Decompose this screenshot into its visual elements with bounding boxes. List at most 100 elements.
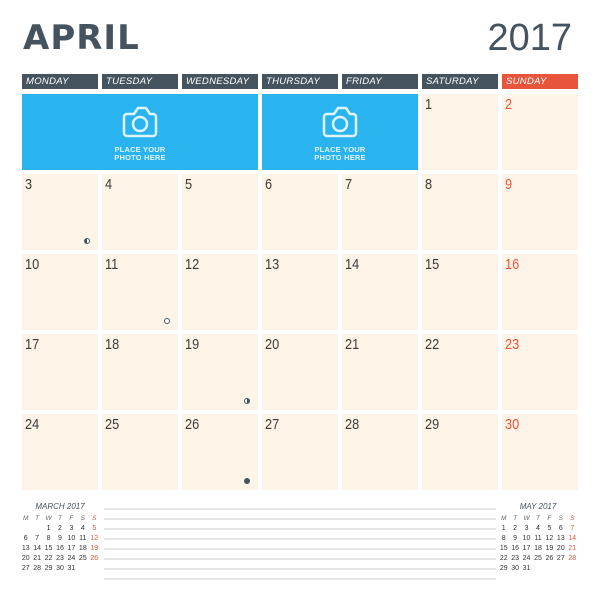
day-cell[interactable]: 24	[22, 414, 98, 490]
day-cell[interactable]: 30	[502, 414, 578, 490]
mini-day: 29	[44, 564, 53, 572]
mini-weekday-initial: T	[535, 514, 540, 522]
mini-day: 6	[23, 534, 28, 542]
mini-day: 27	[21, 564, 30, 572]
day-cell[interactable]: 27	[262, 414, 338, 490]
mini-day: 3	[69, 524, 74, 532]
day-cell[interactable]: 5	[182, 174, 258, 250]
day-cell[interactable]: 3	[22, 174, 98, 250]
moon-full-icon	[164, 318, 170, 324]
day-cell[interactable]: 7	[342, 174, 418, 250]
mini-day	[20, 523, 31, 533]
day-number: 3	[25, 176, 33, 193]
mini-day	[544, 563, 555, 573]
mini-day: 30	[511, 564, 520, 572]
day-cell[interactable]: 11	[102, 254, 178, 330]
mini-calendar-title: MAY 2017	[519, 502, 557, 511]
mini-day: 2	[58, 524, 62, 532]
mini-day: 26	[90, 554, 99, 562]
day-number: 20	[265, 336, 280, 353]
mini-day: 20	[556, 544, 565, 552]
mini-day: 25	[534, 554, 542, 562]
mini-day: 18	[534, 544, 542, 552]
camera-icon	[122, 104, 158, 138]
mini-day: 14	[568, 534, 577, 542]
mini-day	[77, 563, 88, 573]
mini-day: 9	[58, 534, 62, 542]
note-line	[104, 558, 496, 560]
day-cell[interactable]: 20	[262, 334, 338, 410]
note-line	[104, 538, 496, 540]
photo-placeholder[interactable]: PLACE YOUR PHOTO HERE	[22, 94, 258, 170]
mini-day: 10	[522, 534, 531, 542]
note-line	[104, 568, 496, 570]
day-cell[interactable]: 1	[422, 94, 498, 170]
day-number: 2	[505, 96, 513, 113]
day-cell[interactable]: 17	[22, 334, 98, 410]
mini-day: 3	[524, 524, 529, 532]
day-cell[interactable]: 8	[422, 174, 498, 250]
day-number: 15	[425, 256, 440, 273]
day-cell[interactable]: 25	[102, 414, 178, 490]
day-cell[interactable]: 10	[22, 254, 98, 330]
mini-weekday-initial: S	[570, 514, 575, 522]
month-title: APRIL	[23, 18, 140, 58]
day-cell[interactable]: 22	[422, 334, 498, 410]
mini-day: 12	[90, 534, 99, 542]
mini-day	[31, 523, 42, 533]
day-cell[interactable]: 21	[342, 334, 418, 410]
moon-new-icon	[244, 478, 250, 484]
mini-day: 16	[56, 544, 64, 552]
mini-day: 21	[33, 554, 42, 562]
notes-area[interactable]	[104, 508, 496, 588]
mini-day: 2	[513, 524, 518, 532]
mini-calendar-table: M T W T F S S 1 2 3 4 5 6 7 8 9 10 11 12 13 14 15 16 17 18 19 20 21…	[20, 513, 100, 573]
mini-calendar-march: MARCH 2017 M T W T F S S 1 2 3 4 5 6 7 8 9 10 11 12 13 14 15 16…	[20, 502, 100, 573]
mini-weekday-initial: W	[523, 514, 530, 522]
day-cell[interactable]: 18	[102, 334, 178, 410]
day-cell[interactable]: 29	[422, 414, 498, 490]
day-cell[interactable]: 9	[502, 174, 578, 250]
mini-day: 24	[522, 554, 531, 562]
day-number: 5	[185, 176, 193, 193]
day-number: 29	[425, 416, 440, 433]
day-number: 26	[185, 416, 200, 433]
day-number: 8	[425, 176, 433, 193]
day-number: 16	[505, 256, 520, 273]
day-cell[interactable]: 4	[102, 174, 178, 250]
day-number: 12	[185, 256, 200, 273]
mini-weekday-initial: M	[501, 514, 507, 522]
mini-day: 16	[511, 544, 520, 552]
photo-placeholder[interactable]: PLACE YOUR PHOTO HERE	[262, 94, 418, 170]
mini-day	[89, 563, 100, 573]
mini-day: 5	[547, 524, 552, 532]
day-cell[interactable]: 12	[182, 254, 258, 330]
note-line	[104, 528, 496, 530]
day-cell[interactable]: 2	[502, 94, 578, 170]
day-cell[interactable]: 15	[422, 254, 498, 330]
mini-day: 31	[522, 564, 531, 572]
mini-day	[567, 563, 578, 573]
note-line	[104, 578, 496, 580]
day-number: 4	[105, 176, 113, 193]
mini-weekday-initial: S	[80, 514, 85, 522]
day-cell[interactable]: 23	[502, 334, 578, 410]
day-cell[interactable]: 19	[182, 334, 258, 410]
day-number: 9	[505, 176, 513, 193]
mini-day: 17	[522, 544, 531, 552]
photo-text-line2: PHOTO HERE	[314, 153, 366, 162]
mini-calendar-table: M T W T F S S 1 2 3 4 5 6 7 8 9 10 11 12 13 14 15 16 17 18 19 20 21…	[498, 513, 578, 573]
day-cell[interactable]: 26	[182, 414, 258, 490]
day-cell[interactable]: 14	[342, 254, 418, 330]
mini-calendar-title: MARCH 2017	[35, 502, 85, 511]
day-cell[interactable]: 28	[342, 414, 418, 490]
day-number: 28	[345, 416, 360, 433]
mini-day: 18	[78, 544, 87, 552]
day-cell[interactable]: 13	[262, 254, 338, 330]
mini-day: 29	[499, 564, 508, 572]
day-cell[interactable]: 16	[502, 254, 578, 330]
weekday-monday: MONDAY	[22, 74, 98, 89]
mini-day: 27	[556, 554, 565, 562]
mini-day: 13	[21, 544, 30, 552]
day-cell[interactable]: 6	[262, 174, 338, 250]
